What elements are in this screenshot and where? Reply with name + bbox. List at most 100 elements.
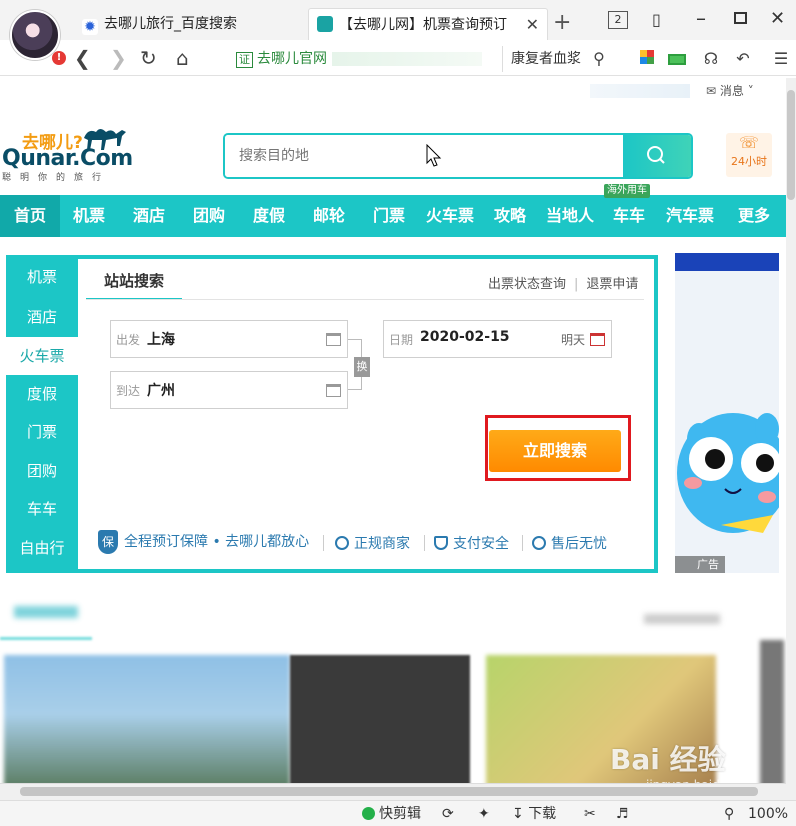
logo-english[interactable]: Qunar.Com: [2, 146, 133, 171]
feature-divider: [424, 535, 425, 551]
destination-search-input[interactable]: [225, 135, 625, 177]
booking-guarantee[interactable]: 保全程预订保障 • 去哪儿都放心: [98, 530, 309, 556]
station-list-icon[interactable]: [326, 384, 341, 397]
station-list-icon[interactable]: [326, 333, 341, 346]
feature-after-sale[interactable]: 售后无忧: [532, 533, 607, 553]
ticket-status-link[interactable]: 出票状态查询: [488, 277, 566, 292]
side-free-travel[interactable]: 自由行: [6, 529, 78, 567]
back-icon[interactable]: ❮: [74, 46, 91, 70]
heart-icon: [532, 536, 546, 550]
hotline-badge[interactable]: ☏ 24小时: [726, 133, 772, 177]
nav-locals[interactable]: 当地人: [546, 195, 594, 237]
baidu-paw-icon: ✹: [82, 19, 98, 35]
headset-service-icon: ☏: [738, 133, 759, 152]
close-window-icon[interactable]: ✕: [770, 8, 785, 29]
search-button[interactable]: [623, 135, 691, 177]
side-ad-banner[interactable]: [675, 253, 779, 573]
feature-divider: [323, 535, 324, 551]
guarantee-text: 全程预订保障 • 去哪儿都放心: [124, 534, 310, 550]
minimize-icon[interactable]: –: [696, 6, 706, 30]
tab-station-search[interactable]: 站站搜索: [86, 268, 182, 300]
tab-qunar[interactable]: 【去哪儿网】机票查询预订 ✕: [308, 8, 548, 40]
nav-groupbuy[interactable]: 团购: [193, 195, 225, 237]
blurred-text-card[interactable]: [290, 655, 470, 787]
download-icon: ↧: [512, 806, 524, 822]
blurred-photo-card[interactable]: [4, 655, 290, 787]
menu-icon[interactable]: ☰: [770, 48, 792, 70]
pin-icon[interactable]: ✦: [478, 804, 490, 824]
feature-legit-merchant[interactable]: 正规商家: [335, 533, 410, 553]
new-tab-button[interactable]: +: [553, 12, 571, 34]
departure-field[interactable]: 出发 上海: [110, 320, 348, 358]
zoom-level[interactable]: 100%: [748, 804, 788, 824]
refund-link[interactable]: 退票申请: [586, 277, 638, 292]
maximize-icon[interactable]: [734, 12, 747, 24]
ad-label: 广告: [675, 556, 725, 573]
feature-label: 正规商家: [354, 536, 410, 552]
search-icon[interactable]: ⚲: [588, 48, 610, 70]
nav-vacation[interactable]: 度假: [253, 195, 285, 237]
battery-icon[interactable]: [666, 48, 688, 70]
side-car[interactable]: 车车: [6, 490, 78, 528]
headset-icon[interactable]: ☊: [700, 48, 722, 70]
swap-button[interactable]: 换: [354, 357, 370, 377]
qunar-camel-icon: [317, 16, 333, 32]
departure-value: 上海: [147, 332, 175, 348]
side-groupbuy[interactable]: 团购: [6, 452, 78, 490]
apps-grid-icon[interactable]: [636, 48, 658, 70]
side-train-active[interactable]: 火车票: [6, 337, 78, 375]
close-tab-icon[interactable]: ✕: [526, 9, 539, 40]
side-vacation[interactable]: 度假: [6, 375, 78, 413]
blurred-more-link: [644, 614, 720, 624]
overseas-car-badge: 海外用车: [604, 184, 650, 198]
screenshot-icon[interactable]: ✂: [584, 804, 596, 824]
date-label: 日期: [389, 333, 414, 347]
panel-divider: [86, 299, 644, 300]
date-field[interactable]: 日期 2020-02-15 明天: [383, 320, 612, 358]
arrival-field[interactable]: 到达 广州: [110, 371, 348, 409]
user-avatar[interactable]: [10, 10, 60, 60]
swirl-icon[interactable]: ⟳: [442, 804, 454, 824]
nav-guides[interactable]: 攻略: [494, 195, 526, 237]
nav-home[interactable]: 首页: [0, 195, 60, 237]
zoom-search-icon[interactable]: ⚲: [724, 804, 734, 824]
tab-counter[interactable]: 2: [608, 11, 628, 29]
vertical-scroll-thumb[interactable]: [787, 90, 795, 200]
search-now-button[interactable]: 立即搜索: [489, 430, 621, 472]
nav-more[interactable]: 更多: [738, 195, 770, 237]
nav-tickets[interactable]: 门票: [373, 195, 405, 237]
nav-flights[interactable]: 机票: [73, 195, 105, 237]
horizontal-scroll-thumb[interactable]: [20, 787, 758, 796]
baidu-jingyan-watermark: Bai 经验: [610, 743, 726, 776]
messages-link[interactable]: ✉ 消息 ˅: [706, 82, 754, 99]
home-icon[interactable]: ⌂: [176, 46, 189, 70]
nav-bus[interactable]: 汽车票: [666, 195, 714, 237]
quick-clip-button[interactable]: 快剪辑: [362, 804, 421, 824]
destination-search: [223, 133, 693, 179]
forward-icon[interactable]: ❯: [110, 46, 127, 70]
side-hotels[interactable]: 酒店: [6, 298, 78, 336]
shirt-skin-icon[interactable]: ▯: [652, 10, 661, 29]
shield-icon: [434, 536, 448, 550]
avatar-alert-badge: !: [52, 51, 66, 65]
sound-icon[interactable]: ♬: [616, 804, 629, 824]
url-text: 去哪儿官网: [257, 51, 327, 67]
nav-cruise[interactable]: 邮轮: [313, 195, 345, 237]
reload-icon[interactable]: ↻: [140, 46, 157, 70]
feature-secure-payment[interactable]: 支付安全: [434, 533, 509, 553]
nav-hotels[interactable]: 酒店: [133, 195, 165, 237]
globe-icon: [335, 536, 349, 550]
blurred-photo-card[interactable]: [760, 640, 784, 788]
side-tickets[interactable]: 门票: [6, 413, 78, 451]
nav-train[interactable]: 火车票: [426, 195, 474, 237]
download-button[interactable]: ↧ 下载: [512, 804, 556, 824]
calendar-icon[interactable]: [590, 333, 605, 346]
mascot-illustration: [677, 413, 779, 533]
panel-links: 出票状态查询 | 退票申请: [488, 273, 638, 292]
tab-baidu-search[interactable]: ✹ 去哪儿旅行_百度搜索: [74, 8, 304, 40]
undo-icon[interactable]: ↶: [732, 48, 754, 70]
side-flights[interactable]: 机票: [6, 258, 78, 296]
nav-car[interactable]: 车车: [613, 195, 645, 237]
feature-label: 支付安全: [453, 536, 509, 552]
link-separator: |: [574, 277, 579, 292]
